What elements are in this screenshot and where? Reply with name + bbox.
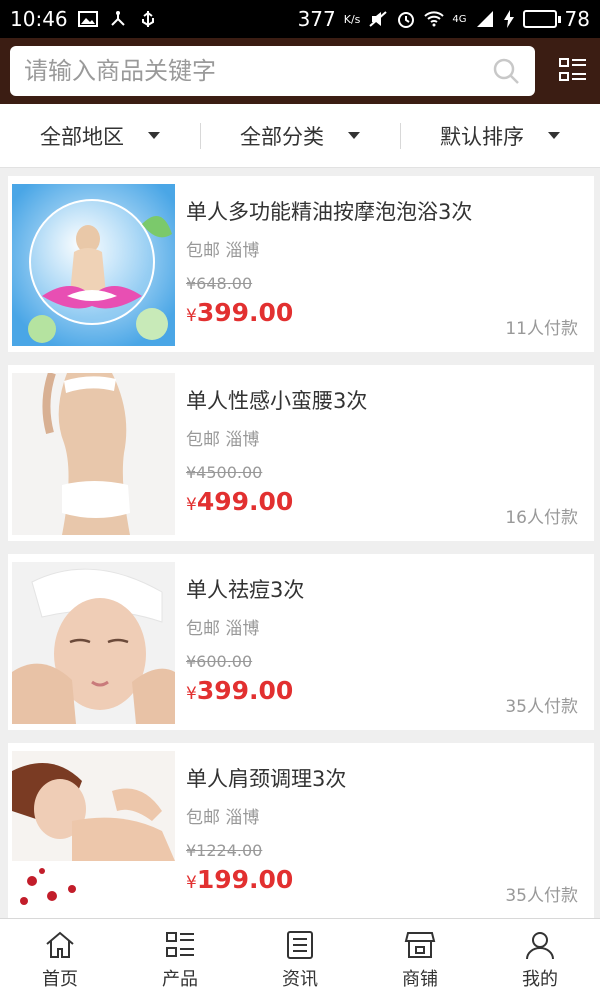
search-input[interactable] [24, 57, 491, 85]
store-icon [404, 931, 436, 958]
list-icon [166, 931, 194, 957]
nav-news-label: 资讯 [282, 968, 318, 990]
caret-down-icon [548, 132, 560, 139]
speed-unit: K/s [343, 12, 361, 26]
sold-count: 35人付款 [505, 886, 578, 906]
caret-down-icon [348, 132, 360, 139]
battery-icon [522, 10, 561, 28]
product-card[interactable]: 单人性感小蛮腰3次 包邮 淄博 ¥4500.00 ¥499.00 16人付款 [8, 365, 594, 541]
category-menu-button[interactable] [556, 54, 590, 88]
sale-price-value: 399.00 [196, 298, 294, 327]
product-image-bubble-spa[interactable] [12, 184, 175, 346]
share-icon [110, 11, 125, 26]
mute-icon [369, 11, 388, 27]
signal-icon [476, 11, 493, 27]
product-title[interactable]: 单人祛痘3次 [186, 574, 590, 604]
product-title[interactable]: 单人肩颈调理3次 [186, 763, 590, 793]
clock: 10:46 [10, 7, 68, 31]
gallery-icon [77, 11, 98, 27]
nav-home-label: 首页 [42, 968, 78, 990]
header [0, 38, 600, 104]
product-info: 单人多功能精油按摩泡泡浴3次 包邮 淄博 ¥648.00 ¥399.00 11人… [175, 184, 590, 344]
bottom-nav: 首页 产品 资讯 商铺 我的 [0, 918, 600, 1000]
sale-price: ¥399.00 [186, 298, 293, 327]
nav-store[interactable]: 商铺 [360, 919, 480, 1000]
status-bar: 10:46 377 K/s 4G 78 [0, 0, 600, 38]
product-info: 单人祛痘3次 包邮 淄博 ¥600.00 ¥399.00 35人付款 [175, 562, 590, 722]
original-price: ¥600.00 [186, 652, 253, 671]
usb-icon [141, 11, 154, 27]
sold-count: 16人付款 [505, 508, 578, 528]
home-icon [46, 931, 74, 958]
list-menu-icon [559, 58, 586, 81]
product-shipping-location: 包邮 淄博 [186, 619, 260, 639]
filter-category-label: 全部分类 [240, 124, 324, 149]
user-icon [526, 931, 554, 959]
original-price: ¥4500.00 [186, 463, 263, 482]
product-info: 单人肩颈调理3次 包邮 淄博 ¥1224.00 ¥199.00 35人付款 [175, 751, 590, 911]
nav-products-label: 产品 [162, 968, 198, 990]
currency-symbol: ¥ [186, 495, 197, 515]
product-info: 单人性感小蛮腰3次 包邮 淄博 ¥4500.00 ¥499.00 16人付款 [175, 373, 590, 533]
product-image-neck-massage[interactable] [12, 751, 175, 913]
caret-down-icon [148, 132, 160, 139]
search-icon[interactable] [491, 56, 521, 86]
sale-price: ¥199.00 [186, 865, 293, 894]
filter-bar: 全部地区 全部分类 默认排序 [0, 104, 600, 168]
product-image-facial[interactable] [12, 562, 175, 724]
search-box[interactable] [10, 46, 535, 96]
currency-symbol: ¥ [186, 873, 197, 893]
nav-store-label: 商铺 [402, 968, 438, 990]
sold-count: 11人付款 [505, 319, 578, 339]
wifi-icon [424, 11, 445, 27]
product-card[interactable]: 单人肩颈调理3次 包邮 淄博 ¥1224.00 ¥199.00 35人付款 [8, 743, 594, 918]
filter-region-label: 全部地区 [40, 124, 124, 149]
product-card[interactable]: 单人祛痘3次 包邮 淄博 ¥600.00 ¥399.00 35人付款 [8, 554, 594, 730]
original-price: ¥1224.00 [186, 841, 263, 860]
sale-price-value: 399.00 [196, 676, 294, 705]
currency-symbol: ¥ [186, 684, 197, 704]
sold-count: 35人付款 [505, 697, 578, 717]
nav-home[interactable]: 首页 [0, 919, 120, 1000]
nav-news[interactable]: 资讯 [240, 919, 360, 1000]
alarm-icon [398, 12, 415, 28]
filter-sort-label: 默认排序 [440, 124, 524, 149]
network-speed: 377 [297, 7, 336, 31]
filter-category[interactable]: 全部分类 [200, 121, 400, 151]
nav-products[interactable]: 产品 [120, 919, 240, 1000]
battery-percent: 78 [564, 7, 590, 31]
product-card[interactable]: 单人多功能精油按摩泡泡浴3次 包邮 淄博 ¥648.00 ¥399.00 11人… [8, 176, 594, 352]
nav-profile[interactable]: 我的 [480, 919, 600, 1000]
currency-symbol: ¥ [186, 306, 197, 326]
product-list: 单人多功能精油按摩泡泡浴3次 包邮 淄博 ¥648.00 ¥399.00 11人… [0, 168, 600, 918]
product-shipping-location: 包邮 淄博 [186, 430, 260, 450]
nav-profile-label: 我的 [522, 968, 558, 990]
sale-price-value: 199.00 [196, 865, 294, 894]
product-shipping-location: 包邮 淄博 [186, 241, 260, 261]
sale-price: ¥399.00 [186, 676, 293, 705]
news-icon [287, 930, 313, 959]
filter-region[interactable]: 全部地区 [0, 121, 200, 151]
filter-sort[interactable]: 默认排序 [400, 121, 600, 151]
product-shipping-location: 包邮 淄博 [186, 808, 260, 828]
charging-icon [503, 10, 514, 28]
product-title[interactable]: 单人性感小蛮腰3次 [186, 385, 590, 415]
product-image-waist[interactable] [12, 373, 175, 535]
sale-price-value: 499.00 [196, 487, 294, 516]
sale-price: ¥499.00 [186, 487, 293, 516]
signal-label: 4G [452, 13, 467, 25]
original-price: ¥648.00 [186, 274, 253, 293]
product-title[interactable]: 单人多功能精油按摩泡泡浴3次 [186, 196, 590, 226]
